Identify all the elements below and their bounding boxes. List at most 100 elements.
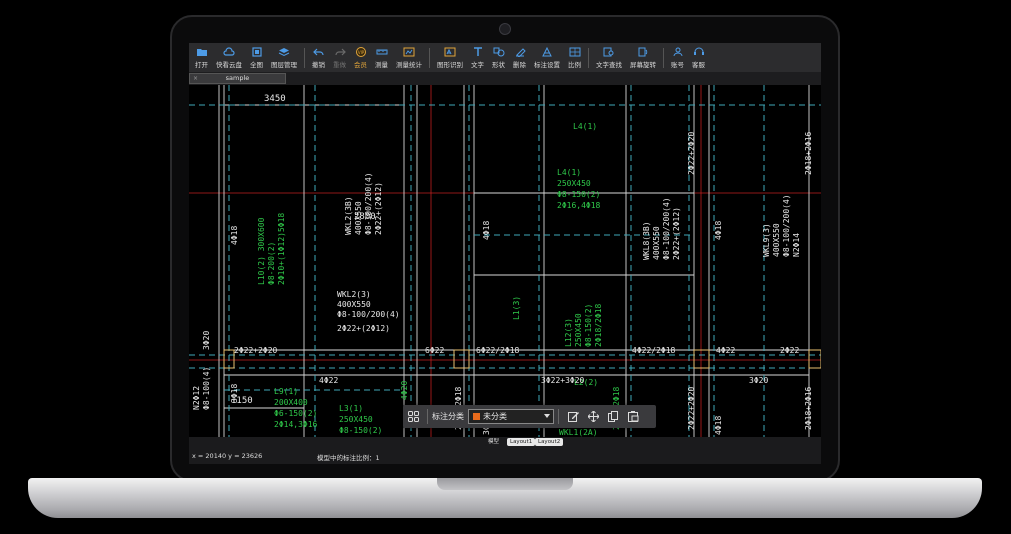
rotate-screen-button[interactable]: 屏幕旋转 xyxy=(626,43,660,72)
close-tab-icon[interactable]: × xyxy=(193,74,198,83)
dimension-text: 3450 2800 1150 xyxy=(231,94,376,406)
toolbar-divider xyxy=(427,409,428,424)
move-icon[interactable] xyxy=(583,405,603,428)
toolbar-divider xyxy=(663,47,664,68)
scale-icon xyxy=(568,46,581,58)
main-toolbar: 打开 快看云盘 全图 图层管理 撤销 重做 VIP 会员 测量 测量统计 图形识… xyxy=(189,43,821,72)
toolbar-divider xyxy=(588,47,589,68)
open-button[interactable]: 打开 xyxy=(191,43,212,72)
beam-label: 2Φ22+(2Φ12) xyxy=(374,182,383,235)
beam-label: Φ8-100/200(4) xyxy=(662,197,671,260)
status-bar: 模型 Layout1 Layout2 x = 20140 y = 23626 模… xyxy=(189,437,821,464)
beam-label: WKL2(3) xyxy=(337,290,371,299)
layers-label: 图层管理 xyxy=(271,61,297,69)
annotation-category-select[interactable]: 未分类 xyxy=(468,409,554,424)
selected-category-text: 未分类 xyxy=(483,412,507,421)
layout-tab-layout2[interactable]: Layout2 xyxy=(535,438,564,446)
beam-label: 400X550 xyxy=(337,300,371,309)
vip-label: 会员 xyxy=(354,61,367,69)
rebar-label: 4Φ22 xyxy=(319,376,338,385)
account-label: 账号 xyxy=(671,61,684,69)
beam-label: WKL2(3B) xyxy=(344,196,353,235)
measure-button[interactable]: 测量 xyxy=(371,43,392,72)
measure-stats-button[interactable]: 测量统计 xyxy=(392,43,426,72)
eraser-icon xyxy=(513,46,526,58)
support-button[interactable]: 客服 xyxy=(688,43,709,72)
green-beam-label: WKL1(2A) xyxy=(559,428,598,437)
green-beam-label: Φ8-200(2) xyxy=(267,242,276,285)
rotate-screen-icon xyxy=(637,46,650,58)
open-label: 打开 xyxy=(195,61,208,69)
text-search-icon xyxy=(603,46,616,58)
redo-button[interactable]: 重做 xyxy=(329,43,350,72)
green-beam-label: 200X400 xyxy=(274,398,308,407)
paste-icon[interactable] xyxy=(623,405,643,428)
shape-recognize-button[interactable]: 图形识别 xyxy=(433,43,467,72)
cloud-drive-button[interactable]: 快看云盘 xyxy=(212,43,246,72)
webcam xyxy=(499,23,511,35)
rebar-label: 4Φ18 xyxy=(714,416,723,435)
rebar-label: 2Φ22+2Φ20 xyxy=(234,346,278,355)
toolbar-divider xyxy=(304,47,305,68)
green-beam-label: Φ6-150(2) xyxy=(274,409,317,418)
shape-button[interactable]: 形状 xyxy=(488,43,509,72)
fit-view-button[interactable]: 全图 xyxy=(246,43,267,72)
undo-button[interactable]: 撤销 xyxy=(308,43,329,72)
layout-tab-layout1[interactable]: Layout1 xyxy=(507,438,536,446)
vip-button[interactable]: VIP 会员 xyxy=(350,43,371,72)
rebar-label: 2Φ18+2Φ16 xyxy=(804,131,813,175)
delete-label: 删除 xyxy=(513,61,526,69)
rebar-label: 4Φ20 xyxy=(400,381,409,400)
text-icon xyxy=(471,46,484,58)
annotation-settings-button[interactable]: 标注设置 xyxy=(530,43,564,72)
cloud-drive-icon xyxy=(223,46,236,58)
scale-label: 比例 xyxy=(568,61,581,69)
edit-icon[interactable] xyxy=(563,405,583,428)
frame-lines xyxy=(218,85,810,437)
vip-icon: VIP xyxy=(354,46,367,58)
copy-icon[interactable] xyxy=(603,405,623,428)
headset-icon xyxy=(692,46,705,58)
cloud-drive-label: 快看云盘 xyxy=(216,61,242,69)
app-window: 打开 快看云盘 全图 图层管理 撤销 重做 VIP 会员 测量 测量统计 图形识… xyxy=(189,43,821,464)
measure-stats-label: 测量统计 xyxy=(396,61,422,69)
cad-drawing: 3450 2800 1150 WKL2(3B) 400X550 Φ8-100/2… xyxy=(189,85,821,437)
fit-view-icon xyxy=(250,46,263,58)
cursor-coordinates: x = 20140 y = 23626 xyxy=(192,452,263,460)
beam-label: 400X550 xyxy=(354,201,363,235)
annotation-settings-label: 标注设置 xyxy=(534,61,560,69)
green-beam-label: 2Φ16,4Φ18 xyxy=(557,201,601,210)
rebar-label: 4Φ18 xyxy=(714,221,723,240)
rebar-label: 6Φ22 xyxy=(425,346,444,355)
dim-3450: 3450 xyxy=(264,94,286,104)
text-button[interactable]: 文字 xyxy=(467,43,488,72)
annotation-floating-toolbar: 标注分类 未分类 xyxy=(403,405,656,428)
layout-tab-model[interactable]: 模型 xyxy=(485,438,503,446)
rotate-screen-label: 屏幕旋转 xyxy=(630,61,656,69)
rebar-label: 4Φ18 xyxy=(482,221,491,240)
beam-label: N2Φ14 xyxy=(792,233,801,257)
shape-label: 形状 xyxy=(492,61,505,69)
green-beam-label: Φ8-150(2) xyxy=(557,190,600,199)
layers-button[interactable]: 图层管理 xyxy=(267,43,301,72)
green-beam-label: L3(1) xyxy=(339,404,363,413)
shape-recognize-label: 图形识别 xyxy=(437,61,463,69)
beam-label: Φ8-100/200(4) xyxy=(782,194,791,257)
rebar-label: 2Φ22 xyxy=(780,346,799,355)
beam-label: WKL9(3) xyxy=(762,223,771,257)
toolbar-divider xyxy=(558,409,559,424)
grid-icon[interactable] xyxy=(403,405,423,428)
green-beam-label: L1(3) xyxy=(512,296,521,320)
green-beam-label: 2Φ14,3Φ16 xyxy=(274,420,318,429)
account-button[interactable]: 账号 xyxy=(667,43,688,72)
annotation-settings-icon xyxy=(541,46,554,58)
rebar-label: 2Φ22+2Φ20 xyxy=(687,131,696,175)
shape-recognize-icon xyxy=(444,46,457,58)
text-search-button[interactable]: 文字查找 xyxy=(592,43,626,72)
scale-button[interactable]: 比例 xyxy=(564,43,585,72)
delete-button[interactable]: 删除 xyxy=(509,43,530,72)
toolbar-divider xyxy=(429,47,430,68)
support-label: 客服 xyxy=(692,61,705,69)
drawing-canvas[interactable]: 3450 2800 1150 WKL2(3B) 400X550 Φ8-100/2… xyxy=(189,85,821,437)
document-tab-sample[interactable]: × sample xyxy=(189,73,286,84)
